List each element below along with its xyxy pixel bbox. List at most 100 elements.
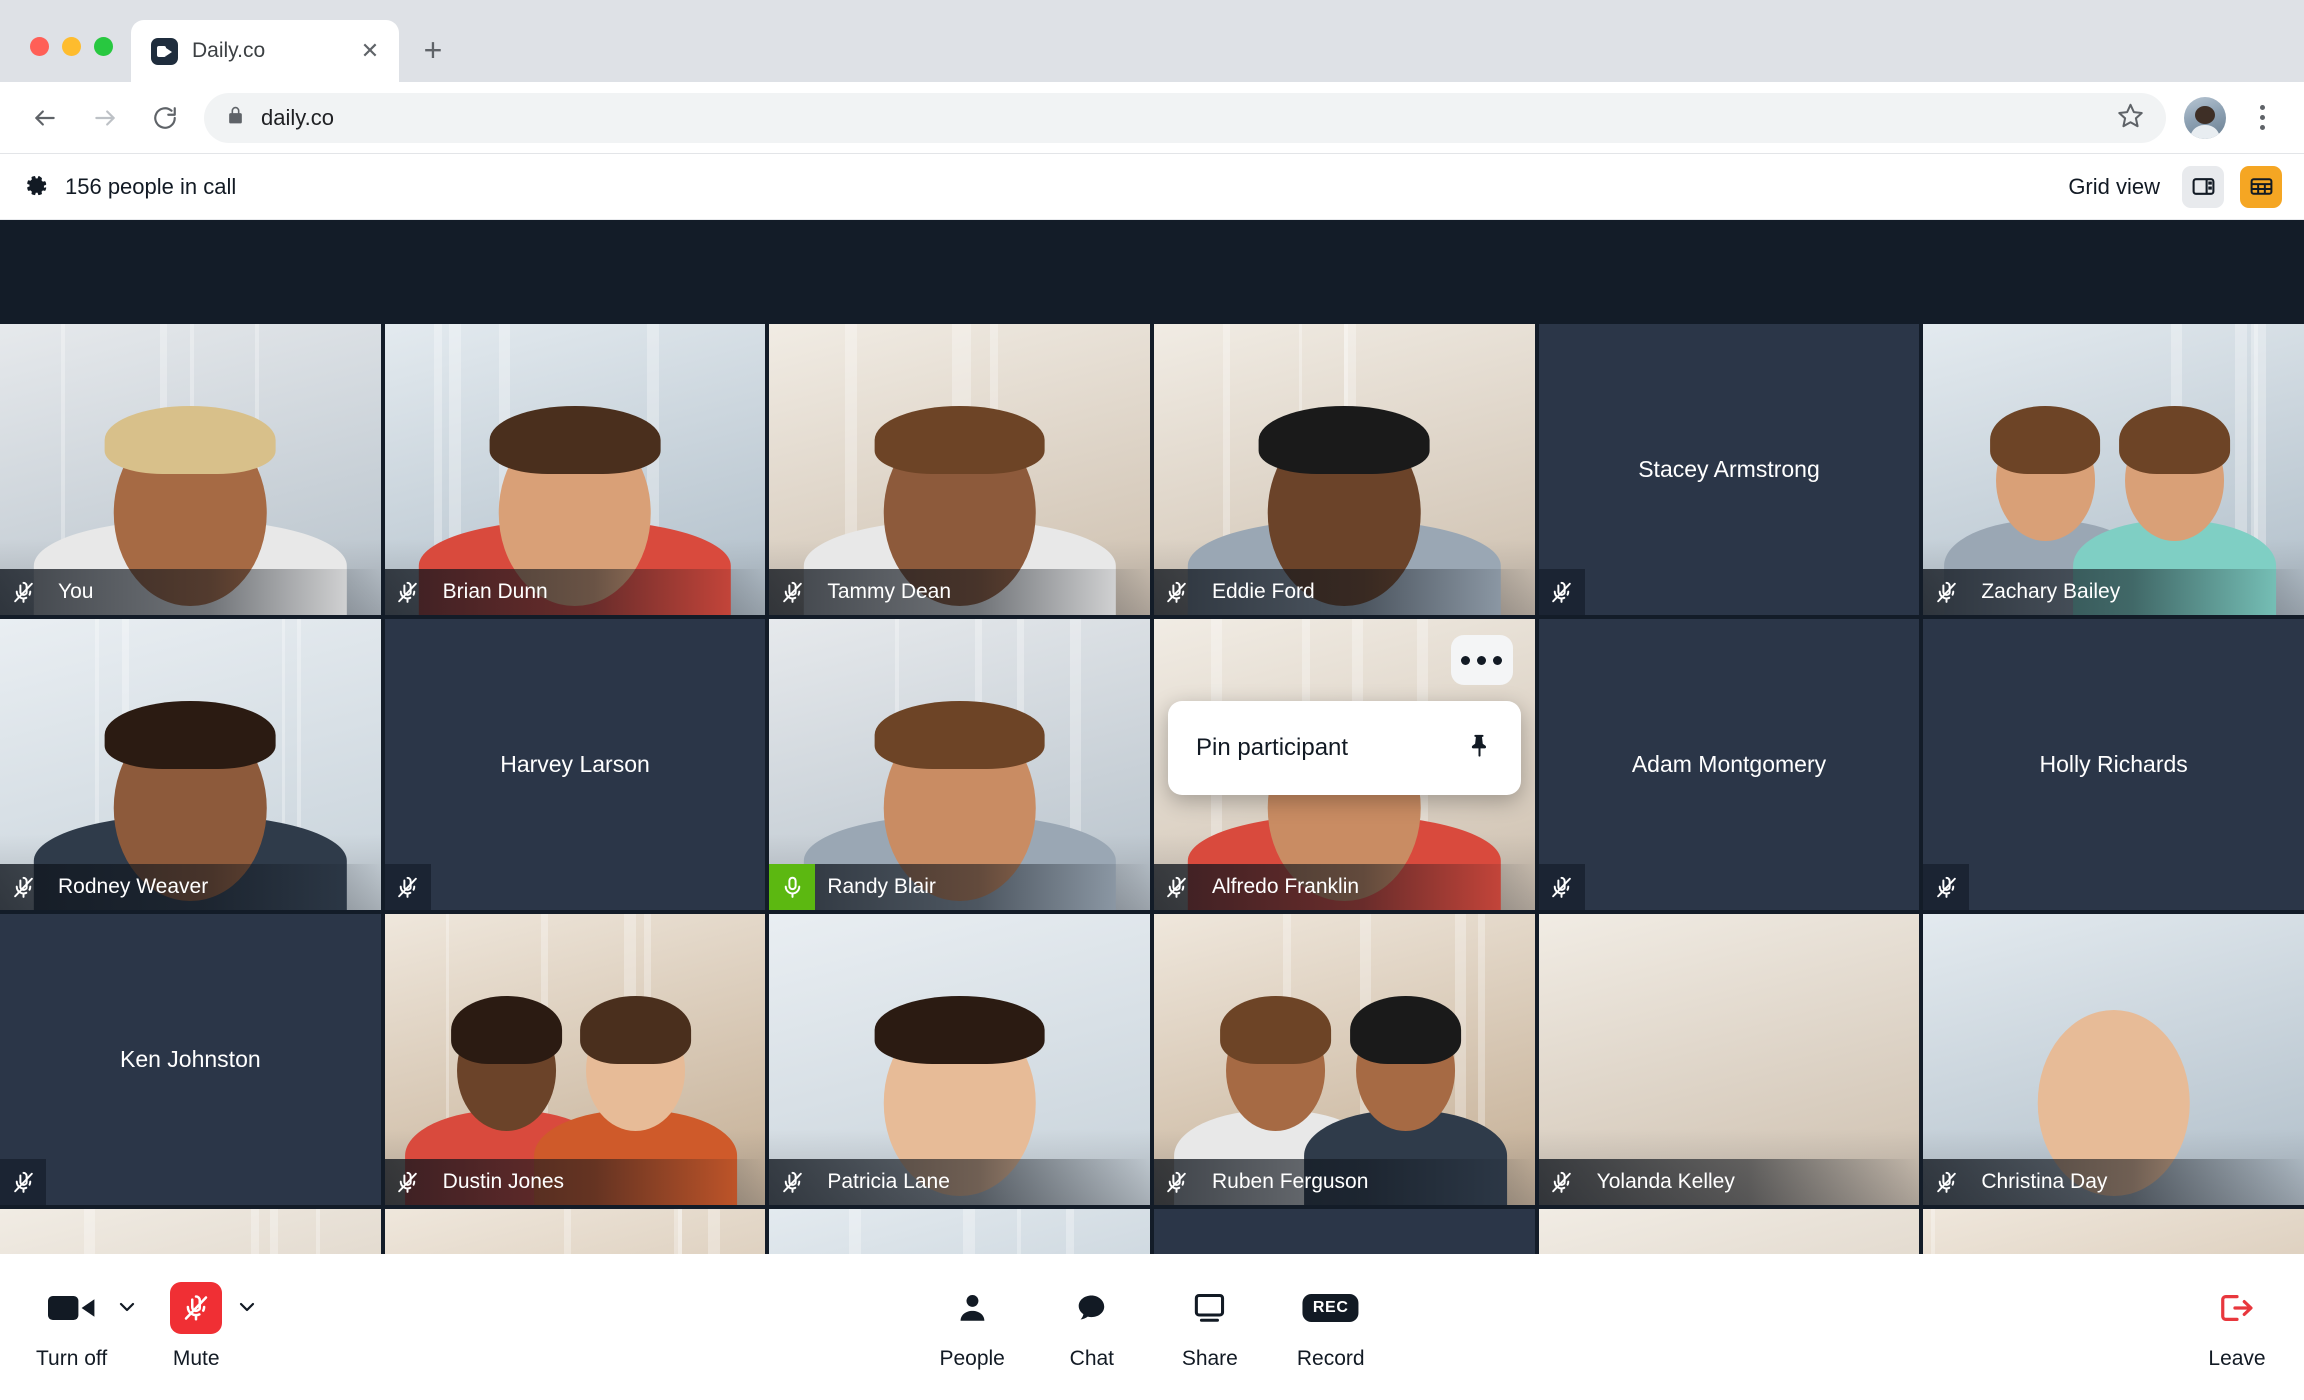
mic-muted-icon[interactable] <box>385 1159 431 1205</box>
pin-participant-label: Pin participant <box>1195 734 1349 761</box>
participant-tile[interactable]: Ken Johnston <box>0 914 381 1205</box>
participant-tile[interactable]: Alfredo Franklin Pin participant <box>1153 619 1535 910</box>
mic-muted-icon[interactable] <box>1154 569 1200 615</box>
mic-muted-icon[interactable] <box>1923 569 1969 615</box>
window-traffic-lights <box>0 37 131 82</box>
participant-video <box>769 1209 1150 1254</box>
participant-name: Alfredo Franklin <box>1211 875 1360 898</box>
reload-icon[interactable] <box>144 97 186 139</box>
mic-muted-icon[interactable] <box>1154 1159 1200 1205</box>
mic-muted-icon[interactable] <box>1538 864 1585 910</box>
participant-name-strip: Alfredo Franklin <box>1153 864 1535 910</box>
mic-muted-icon[interactable] <box>1538 569 1585 615</box>
participant-tile[interactable]: Christina Day <box>1923 914 2304 1205</box>
participant-name-strip <box>384 864 766 910</box>
browser-toolbar: daily.co <box>0 82 2304 154</box>
mic-muted-icon[interactable] <box>0 569 46 615</box>
leave-button[interactable]: Leave <box>2206 1283 2268 1371</box>
toggle-mic-button[interactable]: Mute <box>165 1282 227 1371</box>
mic-muted-icon[interactable] <box>769 569 815 615</box>
people-button[interactable]: People <box>939 1283 1005 1371</box>
mic-muted-icon <box>170 1282 223 1334</box>
speaker-view-icon[interactable] <box>2182 165 2224 208</box>
participant-grid: You Brian Dunn Tammy Dean Eddie Ford Sta… <box>0 324 2304 1254</box>
chat-button[interactable]: Chat <box>1061 1283 1123 1371</box>
record-label: Record <box>1296 1347 1365 1370</box>
back-arrow-icon[interactable] <box>24 97 66 139</box>
video-stage: You Brian Dunn Tammy Dean Eddie Ford Sta… <box>0 220 2304 1254</box>
participant-tile[interactable]: Brian Dunn <box>384 324 766 615</box>
leave-icon <box>2218 1283 2256 1333</box>
mic-muted-icon[interactable] <box>1539 1159 1585 1205</box>
participant-tile[interactable]: Beth Klein <box>769 1209 1150 1254</box>
mic-label: Mute <box>172 1347 220 1370</box>
participant-tile[interactable]: Tammy Dean <box>769 324 1150 615</box>
participant-tile[interactable]: Stacey Armstrong <box>1538 324 1920 615</box>
participant-tile[interactable]: Wade Doyle <box>384 1209 766 1254</box>
mic-muted-icon[interactable] <box>0 1159 46 1205</box>
chat-label: Chat <box>1069 1347 1115 1370</box>
participant-name: Yolanda Kelley <box>1596 1170 1735 1193</box>
mic-muted-icon[interactable] <box>384 864 431 910</box>
participant-name-strip: Brian Dunn <box>384 569 766 615</box>
mic-muted-icon[interactable] <box>769 1159 815 1205</box>
participant-tile[interactable]: Ruben Ferguson <box>1153 914 1535 1205</box>
plus-icon[interactable]: + <box>413 30 453 70</box>
participant-tile[interactable]: Zachary Bailey <box>1923 324 2304 615</box>
participant-tile[interactable]: Eddie Ford <box>1153 324 1535 615</box>
mic-chevron-down-icon[interactable] <box>235 1295 259 1324</box>
daily-video-icon <box>151 37 178 65</box>
star-icon[interactable] <box>2117 102 2144 134</box>
toggle-camera-button[interactable]: Turn off <box>36 1283 107 1371</box>
participant-tile[interactable]: Dustin Jones <box>384 914 766 1205</box>
address-bar[interactable]: daily.co <box>204 92 2166 143</box>
participant-video <box>384 1209 766 1254</box>
avatar[interactable] <box>2184 96 2226 139</box>
participant-tile[interactable]: You <box>0 324 381 615</box>
participant-tile[interactable]: Holly Richards <box>1923 619 2304 910</box>
participant-name: Brian Dunn <box>442 580 548 603</box>
mic-muted-icon[interactable] <box>1154 864 1200 910</box>
close-window-button[interactable] <box>30 37 49 56</box>
minimize-window-button[interactable] <box>62 37 81 56</box>
participant-tile[interactable]: Adam Montgomery <box>1538 619 1920 910</box>
participant-tile[interactable]: Randy Blair <box>769 619 1150 910</box>
close-icon[interactable]: ✕ <box>357 38 383 64</box>
record-button[interactable]: REC Record <box>1297 1283 1365 1371</box>
participant-tile[interactable]: Patricia Lane <box>769 914 1150 1205</box>
camera-chevron-down-icon[interactable] <box>115 1295 139 1324</box>
participant-tile[interactable]: Corey Andrews <box>1538 1209 1920 1254</box>
participant-name-strip: Randy Blair <box>769 864 1150 910</box>
kebab-menu-icon[interactable] <box>2244 97 2280 139</box>
call-header: 156 people in call Grid view <box>0 154 2304 220</box>
mic-control-group: Mute <box>165 1282 259 1371</box>
participant-tile[interactable]: Mathew Wilson <box>0 1209 381 1254</box>
mic-active-icon[interactable] <box>769 864 816 910</box>
participant-name-strip: You <box>0 569 381 615</box>
participant-tile[interactable]: Yolanda Kelley <box>1538 914 1920 1205</box>
participant-context-menu: Pin participant <box>1167 701 1521 795</box>
share-button[interactable]: Share <box>1179 1283 1241 1371</box>
participant-name: Ruben Ferguson <box>1211 1170 1369 1193</box>
gear-icon[interactable] <box>24 174 49 199</box>
browser-tab[interactable]: Daily.co ✕ <box>131 20 399 82</box>
participant-tile[interactable]: Felix Smith <box>1923 1209 2304 1254</box>
mic-muted-icon[interactable] <box>385 569 431 615</box>
mic-muted-icon[interactable] <box>1923 864 1970 910</box>
mic-muted-icon[interactable] <box>1923 1159 1969 1205</box>
more-options-icon[interactable] <box>1450 635 1513 685</box>
media-controls: Turn off Mute <box>36 1282 259 1371</box>
participant-tile[interactable]: Rodney Weaver <box>0 619 381 910</box>
participant-tile[interactable]: Harvey Larson <box>384 619 766 910</box>
participant-video <box>0 1209 381 1254</box>
chat-icon <box>1075 1283 1109 1333</box>
mic-muted-icon[interactable] <box>0 864 46 910</box>
maximize-window-button[interactable] <box>94 37 113 56</box>
participant-name-strip: Christina Day <box>1923 1159 2304 1205</box>
participant-tile[interactable]: Bobby Lucas <box>1153 1209 1535 1254</box>
pin-icon[interactable] <box>1466 732 1493 764</box>
view-controls: Grid view <box>2068 165 2282 208</box>
grid-view-icon[interactable] <box>2240 165 2282 208</box>
people-label: People <box>939 1347 1005 1370</box>
share-label: Share <box>1181 1347 1238 1370</box>
